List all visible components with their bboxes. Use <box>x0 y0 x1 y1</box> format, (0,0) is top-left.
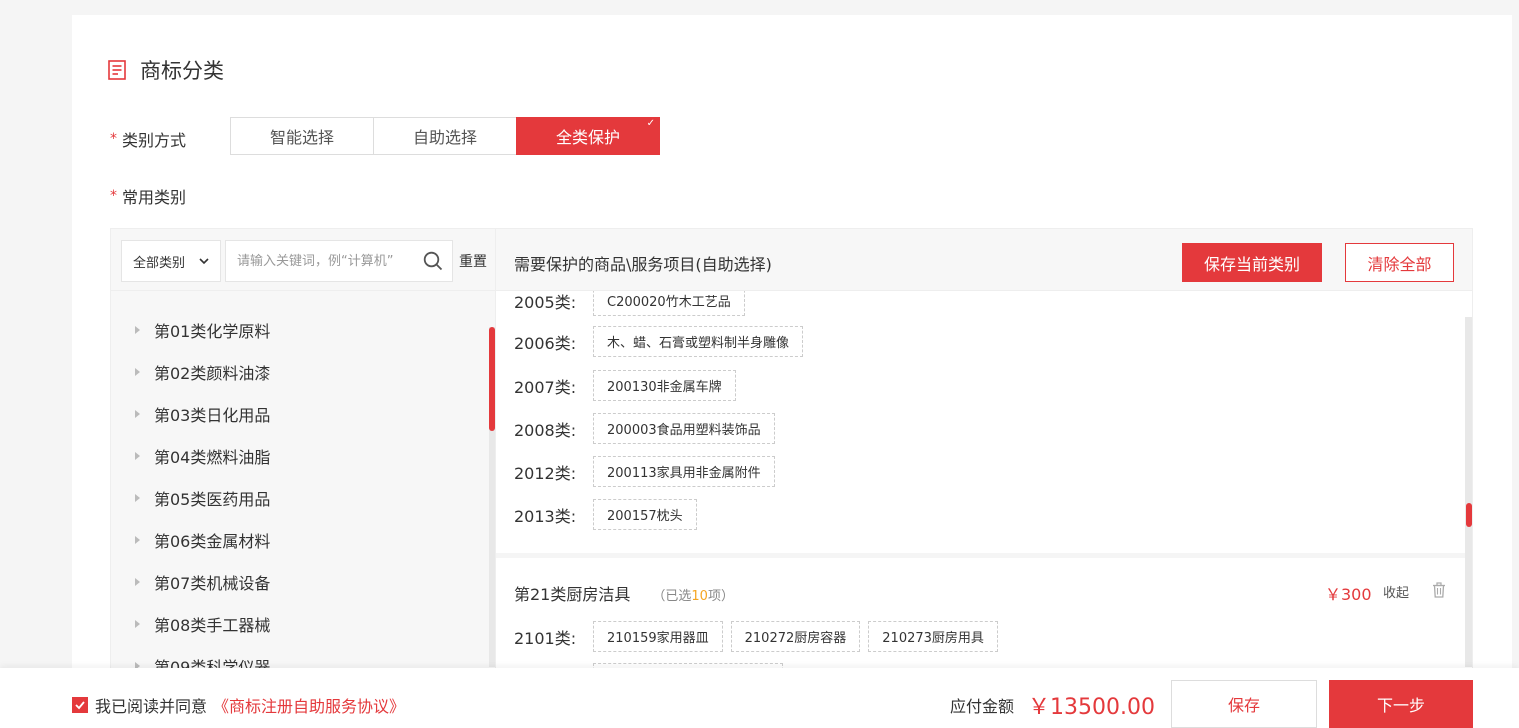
selected-suffix: 项） <box>707 589 734 604</box>
pay-amount: ￥13500.00 <box>1028 695 1155 720</box>
category-item-04[interactable]: 第04类燃料油脂 <box>111 435 491 477</box>
category-item-label: 第01类化学原料 <box>154 322 271 341</box>
expand-arrow-icon <box>135 536 140 544</box>
category-item-label: 第06类金属材料 <box>154 532 271 551</box>
selected-items-scrollbar[interactable] <box>1465 317 1472 667</box>
agreement-text: 我已阅读并同意 <box>95 697 208 716</box>
option-full-protection[interactable]: 全类保护 ✓ <box>516 117 660 155</box>
category-item-06[interactable]: 第06类金属材料 <box>111 519 491 561</box>
required-mark: * <box>110 131 117 147</box>
category-list-scroll-thumb[interactable] <box>489 327 495 431</box>
document-icon <box>108 60 126 80</box>
page-edge <box>1512 0 1519 728</box>
common-category-label: * 常用类别 <box>110 184 186 208</box>
selected-prefix: （已选 <box>652 589 692 604</box>
category-panel: 全部类别 重置 第01类化学原料 第02类颜料油漆 第03类日化用品 第04类燃… <box>110 228 1473 677</box>
selected-count-number: 10 <box>691 589 708 604</box>
expand-arrow-icon <box>135 368 140 376</box>
item-tag[interactable]: 200003食品用塑料装饰品 <box>593 413 775 444</box>
category-filter-value: 全部类别 <box>133 255 186 271</box>
option-self-select-label: 自助选择 <box>412 128 477 147</box>
check-icon: ✓ <box>646 118 655 129</box>
agreement-link[interactable]: 《商标注册自助服务协议》 <box>213 693 405 717</box>
category-method-segmented: 智能选择 自助选择 全类保护 ✓ <box>230 117 660 155</box>
subclass-row: 2007类: 200130非金属车牌 <box>514 370 744 401</box>
category-item-08[interactable]: 第08类手工器械 <box>111 603 491 645</box>
expand-arrow-icon <box>135 620 140 628</box>
category-item-02[interactable]: 第02类颜料油漆 <box>111 351 491 393</box>
expand-arrow-icon <box>135 410 140 418</box>
item-tag[interactable]: 210159家用器皿 <box>593 621 723 652</box>
category-item-07[interactable]: 第07类机械设备 <box>111 561 491 603</box>
subclass-row: 2005类: C200020竹木工艺品 <box>514 291 753 316</box>
reset-button[interactable]: 重置 <box>459 251 487 271</box>
item-tag[interactable]: 200157枕头 <box>593 499 697 530</box>
collapse-button[interactable]: 收起 <box>1383 582 1409 601</box>
subclass-label: 2006类: <box>514 333 577 353</box>
category-method-label: * 类别方式 <box>110 127 186 151</box>
expand-arrow-icon <box>135 578 140 586</box>
group-21-name: 第21类厨房洁具 <box>514 585 631 604</box>
chevron-down-icon <box>198 255 210 271</box>
category-item-label: 第02类颜料油漆 <box>154 364 271 383</box>
selected-items-area: 2005类: C200020竹木工艺品 2006类: 木、蜡、石膏或塑料制半身雕… <box>496 291 1472 669</box>
item-tag[interactable]: 210272厨房容器 <box>730 621 861 652</box>
item-tag[interactable]: 200113家具用非金属附件 <box>593 456 775 487</box>
group-21-price: ￥300 <box>1325 585 1372 604</box>
subclass-label: 2007类: <box>514 377 577 397</box>
subclass-row: 2101类: 210159家用器皿 210272厨房容器 210273厨房用具 <box>514 621 1006 652</box>
category-item-03[interactable]: 第03类日化用品 <box>111 393 491 435</box>
option-full-protection-label: 全类保护 <box>555 128 620 147</box>
option-smart-select-label: 智能选择 <box>269 128 334 147</box>
subclass-row: 2008类: 200003食品用塑料装饰品 <box>514 413 783 444</box>
agreement-row: 我已阅读并同意 《商标注册自助服务协议》 <box>72 693 405 717</box>
category-item-label: 第05类医药用品 <box>154 490 271 509</box>
item-tag[interactable]: 210273厨房用具 <box>868 621 998 652</box>
search-icon[interactable] <box>423 251 443 275</box>
search-box <box>225 240 453 282</box>
item-tag[interactable]: C200020竹木工艺品 <box>593 291 745 316</box>
next-step-button[interactable]: 下一步 <box>1329 680 1473 728</box>
subclass-row: 2013类: 200157枕头 <box>514 499 705 530</box>
clear-all-button[interactable]: 清除全部 <box>1345 243 1454 282</box>
expand-arrow-icon <box>135 452 140 460</box>
search-input[interactable] <box>226 241 416 281</box>
group-21-header: 第21类厨房洁具 （已选10项） <box>514 581 734 605</box>
category-list: 第01类化学原料 第02类颜料油漆 第03类日化用品 第04类燃料油脂 第05类… <box>111 309 491 687</box>
expand-arrow-icon <box>135 326 140 334</box>
category-item-label: 第08类手工器械 <box>154 616 271 635</box>
category-item-05[interactable]: 第05类医药用品 <box>111 477 491 519</box>
required-mark: * <box>110 188 117 204</box>
option-self-select[interactable]: 自助选择 <box>373 117 517 155</box>
subclass-label: 2012类: <box>514 463 577 483</box>
subclass-label: 2013类: <box>514 506 577 526</box>
selection-panel-title: 需要保护的商品\服务项目(自助选择) <box>514 255 772 274</box>
category-method-text: 类别方式 <box>122 131 187 150</box>
section-header: 商标分类 <box>108 55 224 85</box>
group-21-selected-count: （已选10项） <box>652 585 734 604</box>
item-tag[interactable]: 200130非金属车牌 <box>593 370 736 401</box>
expand-arrow-icon <box>135 494 140 502</box>
save-current-category-button[interactable]: 保存当前类别 <box>1182 243 1322 282</box>
item-tag[interactable]: 木、蜡、石膏或塑料制半身雕像 <box>593 326 804 357</box>
section-title: 商标分类 <box>140 59 224 83</box>
pay-label: 应付金额 <box>950 697 1015 716</box>
category-item-01[interactable]: 第01类化学原料 <box>111 309 491 351</box>
subclass-row: 2012类: 200113家具用非金属附件 <box>514 456 783 487</box>
subclass-label: 2005类: <box>514 292 577 312</box>
subclass-label: 2101类: <box>514 628 577 648</box>
save-button[interactable]: 保存 <box>1171 680 1317 728</box>
common-category-text: 常用类别 <box>122 188 187 207</box>
group-separator <box>496 553 1472 558</box>
category-item-label: 第04类燃料油脂 <box>154 448 271 467</box>
option-smart-select[interactable]: 智能选择 <box>230 117 374 155</box>
category-item-label: 第03类日化用品 <box>154 406 271 425</box>
category-item-label: 第07类机械设备 <box>154 574 271 593</box>
trash-icon[interactable] <box>1432 582 1446 602</box>
subclass-row: 2006类: 木、蜡、石膏或塑料制半身雕像 <box>514 326 811 357</box>
subclass-label: 2008类: <box>514 420 577 440</box>
selected-items-scroll-thumb[interactable] <box>1466 503 1472 527</box>
category-filter-select[interactable]: 全部类别 <box>121 240 221 282</box>
agreement-checkbox[interactable] <box>72 697 88 713</box>
